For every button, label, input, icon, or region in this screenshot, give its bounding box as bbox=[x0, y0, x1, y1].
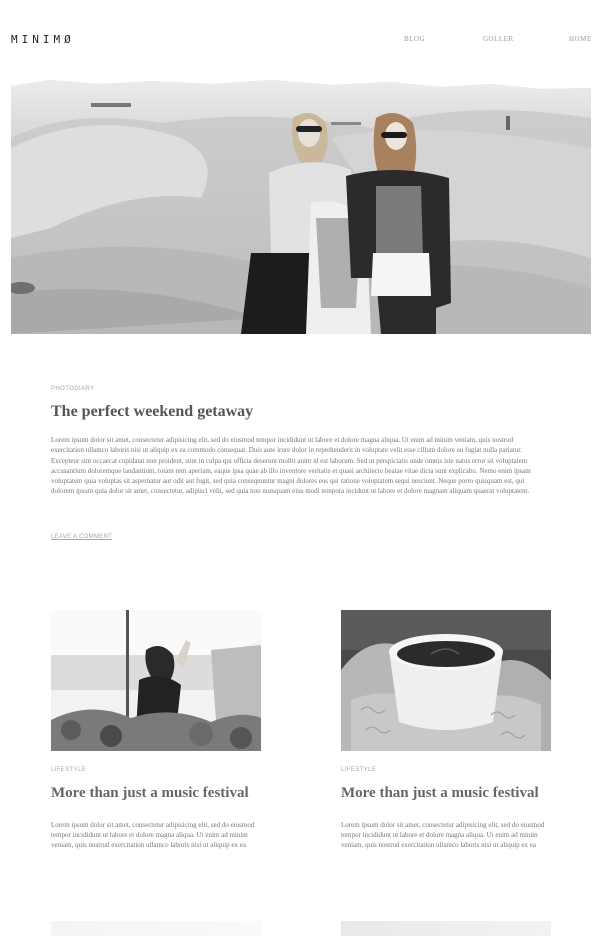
nav-link-goller[interactable]: GOLLER bbox=[483, 35, 514, 43]
post-category[interactable]: LIFESTYLE bbox=[341, 767, 376, 773]
post-excerpt: Lorem ipsum dolor sit amet, consectetur … bbox=[341, 821, 545, 849]
concert-crowd-image bbox=[51, 610, 261, 751]
nav-link-blog[interactable]: BLOG bbox=[404, 35, 425, 43]
post-thumbnail[interactable] bbox=[341, 610, 551, 751]
post-title[interactable]: More than just a music festival bbox=[341, 785, 539, 802]
leave-comment-link[interactable]: LEAVE A COMMENT bbox=[51, 534, 112, 540]
post-excerpt: Lorem ipsum dolor sit amet, consectetur … bbox=[51, 821, 255, 849]
post-title[interactable]: The perfect weekend getaway bbox=[51, 403, 253, 421]
site-logo[interactable]: MINIMØ bbox=[11, 33, 75, 46]
post-thumbnail[interactable] bbox=[51, 610, 261, 751]
post-title[interactable]: More than just a music festival bbox=[51, 785, 249, 802]
hero-image[interactable] bbox=[11, 78, 591, 334]
hero-photo bbox=[11, 80, 591, 334]
post-excerpt: Lorem ipsum dolor sit amet, consectetur … bbox=[51, 436, 531, 496]
post-category[interactable]: PHOTODIARY bbox=[51, 386, 94, 392]
nav-link-home[interactable]: HOME bbox=[569, 35, 592, 43]
post-card: LIFESTYLE More than just a music festiva… bbox=[341, 610, 551, 849]
post-thumbnail[interactable] bbox=[51, 921, 261, 936]
site-header: MINIMØ BLOG GOLLER HOME bbox=[0, 0, 601, 80]
post-card: LIFESTYLE More than just a music festiva… bbox=[51, 610, 261, 849]
post-thumbnail[interactable] bbox=[341, 921, 551, 936]
coffee-cup-image bbox=[341, 610, 551, 751]
post-category[interactable]: LIFESTYLE bbox=[51, 767, 86, 773]
